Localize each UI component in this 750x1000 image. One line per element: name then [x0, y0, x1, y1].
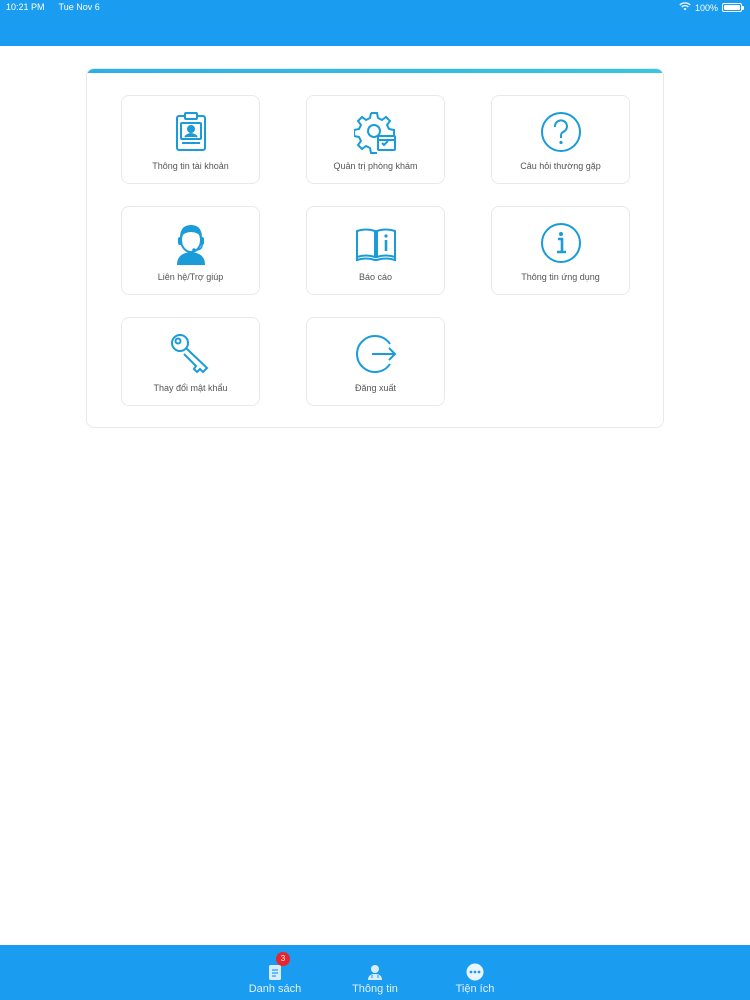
support-headset-icon [169, 221, 213, 265]
tab-danh-sach[interactable]: 3 Danh sách [235, 945, 315, 1000]
menu-item-faq[interactable]: Câu hỏi thường gặp [491, 95, 630, 184]
menu-item-clinic-admin[interactable]: Quản trị phòng khám [306, 95, 445, 184]
card-accent [87, 69, 663, 73]
tab-label: Danh sách [248, 983, 302, 995]
more-icon [466, 963, 484, 981]
key-icon [169, 332, 213, 376]
report-book-icon [354, 221, 398, 265]
status-bar: 10:21 PM Tue Nov 6 100% [0, 0, 750, 46]
tab-tien-ich[interactable]: Tiện ích [435, 945, 515, 1000]
status-right: 100% [679, 2, 744, 13]
menu-item-contact-help[interactable]: Liên hệ/Trợ giúp [121, 206, 260, 295]
account-card-icon [169, 110, 213, 154]
question-icon [539, 110, 583, 154]
menu-item-label: Quản trị phòng khám [333, 161, 418, 171]
menu-item-label: Thông tin tài khoản [152, 161, 229, 171]
notification-badge: 3 [276, 952, 290, 966]
battery-icon [722, 3, 744, 12]
menu-item-label: Đăng xuất [354, 383, 397, 393]
logout-icon [354, 332, 398, 376]
menu-item-logout[interactable]: Đăng xuất [306, 317, 445, 406]
menu-item-label: Thông tin ứng dụng [521, 272, 600, 282]
menu-item-label: Báo cáo [358, 272, 393, 282]
doctor-icon [366, 963, 384, 981]
menu-item-app-info[interactable]: Thông tin ứng dụng [491, 206, 630, 295]
status-time: 10:21 PM [6, 2, 45, 12]
clinic-settings-icon [352, 110, 398, 154]
tab-bar: 3 Danh sách Thông tin Tiện ích [0, 945, 750, 1000]
menu-item-change-password[interactable]: Thay đổi mật khẩu [121, 317, 260, 406]
tab-thong-tin[interactable]: Thông tin [335, 945, 415, 1000]
status-left: 10:21 PM Tue Nov 6 [6, 2, 100, 12]
wifi-icon [679, 2, 691, 13]
tab-label: Thông tin [352, 983, 398, 995]
menu-item-report[interactable]: Báo cáo [306, 206, 445, 295]
info-icon [539, 221, 583, 265]
tab-label: Tiện ích [455, 983, 495, 995]
menu-item-label: Thay đổi mật khẩu [153, 383, 228, 393]
menu-item-label: Câu hỏi thường gặp [520, 161, 601, 171]
menu-item-label: Liên hệ/Trợ giúp [157, 272, 224, 282]
menu-card: Thông tin tài khoản Quản trị phòng khám … [86, 68, 664, 428]
status-date: Tue Nov 6 [58, 2, 100, 12]
menu-item-account-info[interactable]: Thông tin tài khoản [121, 95, 260, 184]
battery-percent: 100% [694, 2, 718, 13]
